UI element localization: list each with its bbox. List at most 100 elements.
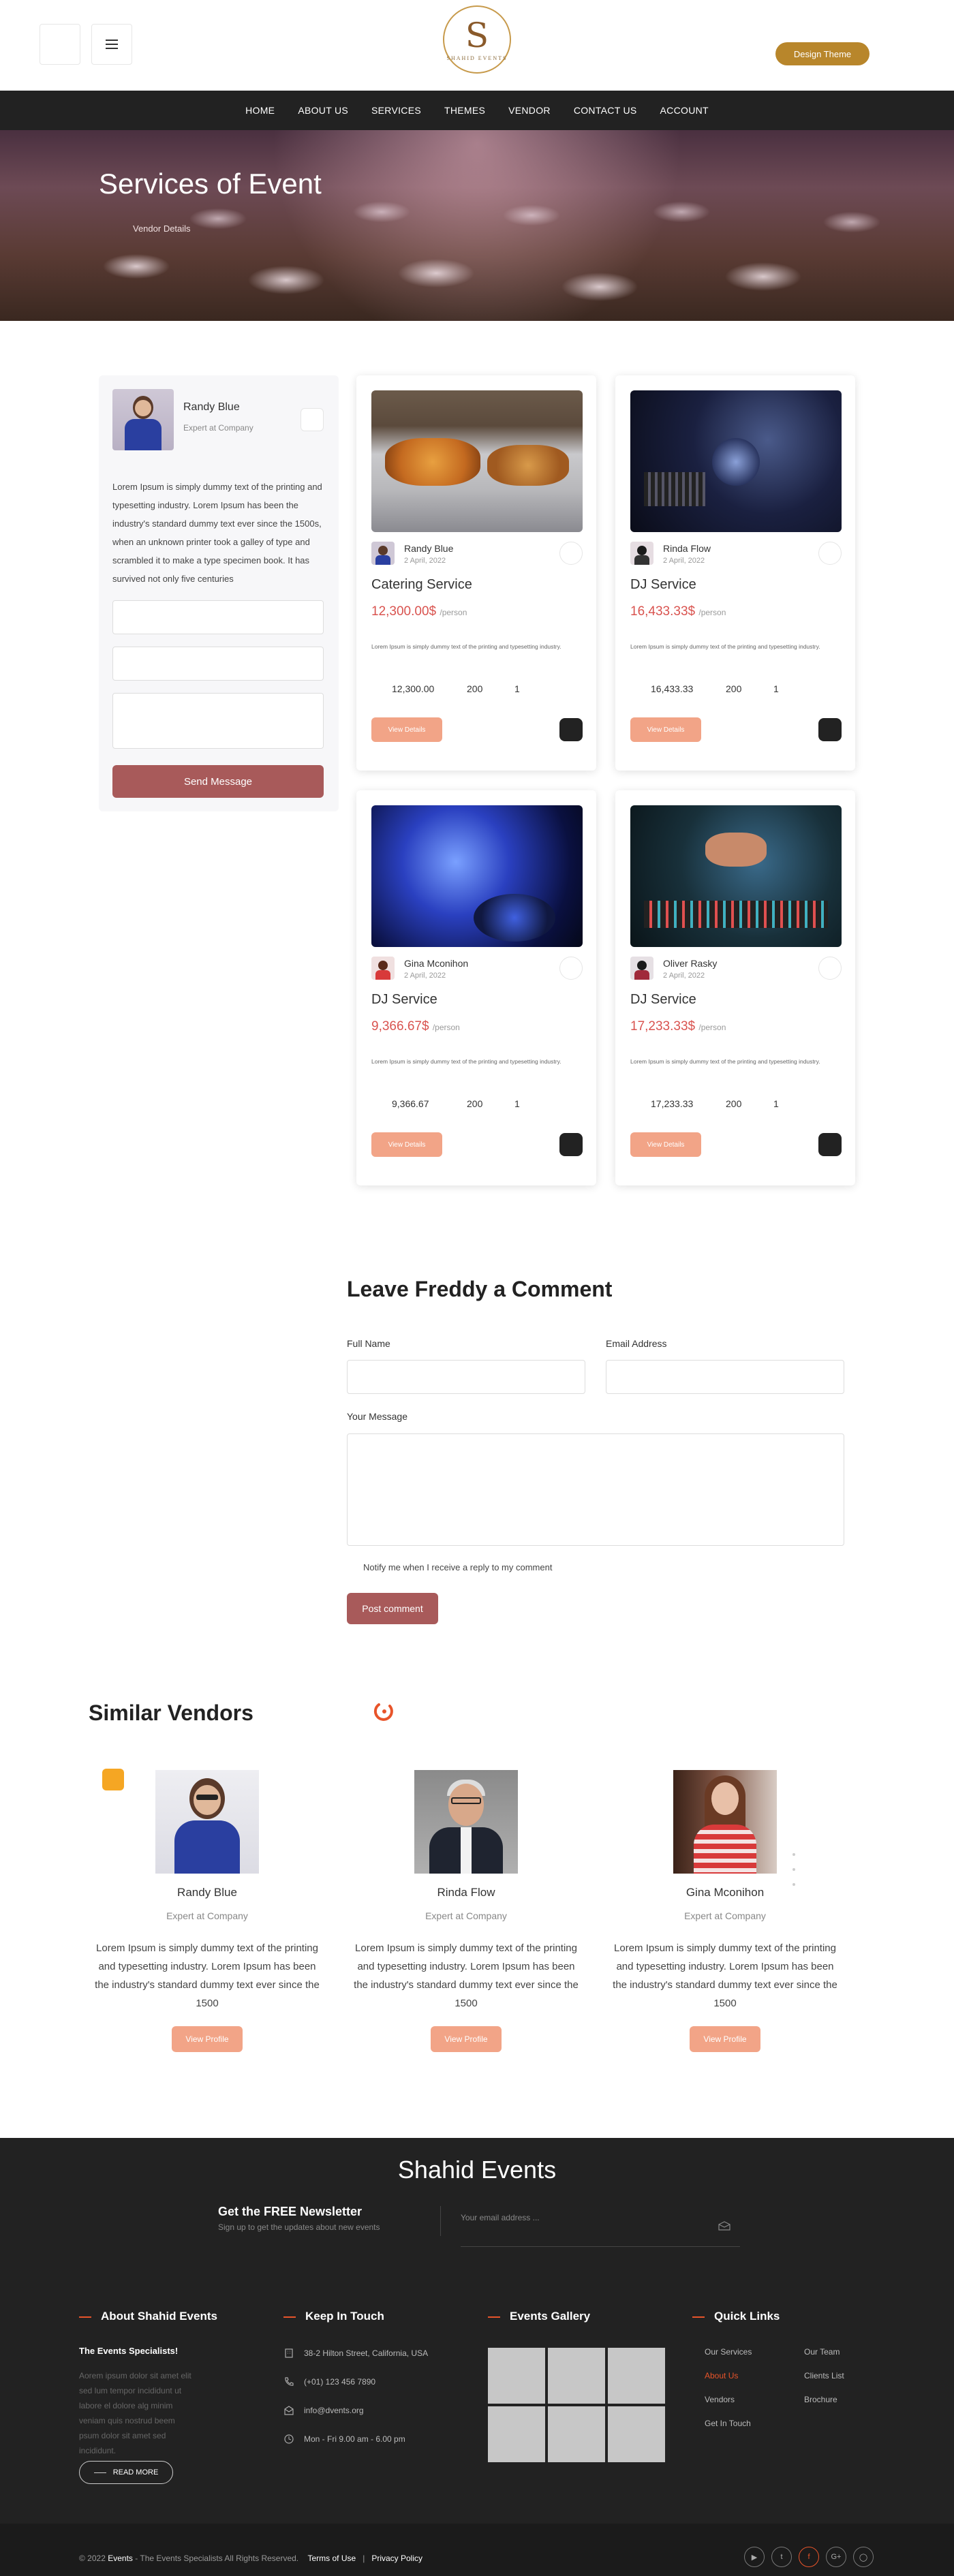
service-description: Lorem Ipsum is simply dummy text of the … [630,643,820,650]
nav-contact-us[interactable]: CONTACT US [562,105,649,116]
footer-brand: Shahid Events [397,2156,557,2184]
view-details-button[interactable]: View Details [371,1132,442,1157]
link-about-us[interactable]: About Us [705,2371,738,2380]
view-details-button[interactable]: View Details [630,1132,701,1157]
link-get-in-touch[interactable]: Get In Touch [705,2419,751,2428]
terms-link[interactable]: Terms of Use [307,2554,356,2563]
newsletter-email-input[interactable]: Your email address ... [461,2213,540,2222]
cart-button[interactable] [818,718,842,741]
post-date: 2 April, 2022 [663,972,705,980]
site-logo[interactable]: S SHAHID EVENTS [443,5,511,80]
email-address-input[interactable] [606,1360,844,1394]
gallery-thumb[interactable] [608,2348,665,2404]
gallery-thumb[interactable] [488,2348,545,2404]
quick-links-heading: Quick Links [692,2310,780,2323]
service-price: 9,366.67$ /person [371,1019,460,1034]
view-profile-button[interactable]: View Profile [172,2026,243,2052]
hamburger-icon [106,40,118,41]
phone-text: (+01) 123 456 7890 [304,2377,376,2387]
vendor-role: Expert at Company [684,1910,766,1921]
send-mail-icon[interactable] [718,2221,730,2231]
service-card: Randy Blue 2 April, 2022 Catering Servic… [356,375,596,771]
nav-services[interactable]: SERVICES [360,105,433,116]
nav-account[interactable]: ACCOUNT [649,105,720,116]
link-clients-list[interactable]: Clients List [804,2371,844,2380]
read-more-button[interactable]: READ MORE [79,2461,173,2484]
nav-home[interactable]: HOME [234,105,286,116]
vendor-role: Expert at Company [425,1910,507,1921]
hero-subtitle: Vendor Details [133,223,191,234]
view-details-button[interactable]: View Details [371,717,442,742]
twitter-icon[interactable]: t [771,2547,792,2567]
cart-button[interactable] [559,1133,583,1156]
full-name-input[interactable] [347,1360,585,1394]
logo-letter: S [465,15,489,55]
instagram-icon[interactable]: ◯ [853,2547,874,2567]
menu-button[interactable] [91,24,132,65]
message-textarea[interactable] [347,1433,844,1546]
facebook-icon[interactable]: f [799,2547,819,2567]
gallery-thumb[interactable] [548,2406,605,2462]
link-brochure[interactable]: Brochure [804,2395,837,2404]
vendor-description: Lorem Ipsum is simply dummy text of the … [613,1942,837,2009]
message-label: Your Message [347,1411,407,1422]
email-label: Email Address [606,1338,667,1349]
hero-title: Services of Event [99,168,322,200]
cart-button[interactable] [559,718,583,741]
vendor-name: Gina Mconihon [686,1886,765,1899]
favorite-toggle[interactable] [301,408,324,431]
gallery-thumb[interactable] [488,2406,545,2462]
view-profile-button[interactable]: View Profile [431,2026,502,2052]
service-price: 12,300.00$ /person [371,604,467,619]
youtube-icon[interactable]: ▶ [744,2547,765,2567]
link-our-team[interactable]: Our Team [804,2347,840,2357]
gallery-thumb[interactable] [548,2348,605,2404]
service-description: Lorem Ipsum is simply dummy text of the … [630,1058,820,1065]
vendor-card: Gina Mconihon Expert at Company Lorem Ip… [596,1770,855,2052]
cart-button[interactable] [818,1133,842,1156]
design-theme-button[interactable]: Design Theme [775,42,870,65]
dj-hands-image [630,805,842,947]
vendor-name: Oliver Rasky [663,958,718,969]
favorite-button[interactable] [559,542,583,565]
name-input[interactable] [112,600,324,634]
about-title: The Events Specialists! [79,2346,179,2356]
dj-mixer-image [630,390,842,532]
link-vendors[interactable]: Vendors [705,2395,735,2404]
vendor-photo [673,1770,777,1874]
notify-checkbox[interactable] [347,1562,356,1572]
favorite-button[interactable] [818,542,842,565]
nav-vendor[interactable]: VENDOR [497,105,562,116]
carousel-dots[interactable] [793,1853,797,1898]
email-text[interactable]: info@dvents.org [304,2404,440,2417]
favorite-button[interactable] [818,957,842,980]
post-date: 2 April, 2022 [404,972,446,980]
post-comment-button[interactable]: Post comment [347,1593,438,1624]
post-date: 2 April, 2022 [404,557,446,565]
top-header: S SHAHID EVENTS Design Theme [0,0,954,91]
vendor-name: Gina Mconihon [404,958,469,969]
nav-themes[interactable]: THEMES [433,105,497,116]
email-input[interactable] [112,647,324,681]
site-footer: Shahid Events Get the FREE Newsletter Si… [0,2138,954,2576]
blank-square-button[interactable] [40,24,80,65]
service-card: Rinda Flow 2 April, 2022 DJ Service 16,4… [615,375,855,771]
mail-icon [284,2406,294,2415]
vendor-avatar [112,389,174,450]
service-title: DJ Service [371,992,437,1007]
nav-about-us[interactable]: ABOUT US [286,105,360,116]
privacy-link[interactable]: Privacy Policy [371,2554,422,2563]
google-plus-icon[interactable]: G+ [826,2547,846,2567]
view-details-button[interactable]: View Details [630,717,701,742]
message-textarea[interactable] [112,693,324,749]
building-icon [285,2348,293,2358]
vendor-photo [155,1770,259,1874]
service-title: Catering Service [371,577,472,592]
link-our-services[interactable]: Our Services [705,2347,752,2357]
view-profile-button[interactable]: View Profile [690,2026,760,2052]
newsletter-underline [461,2246,740,2247]
gallery-thumb[interactable] [608,2406,665,2462]
vendor-name: Randy Blue [177,1886,237,1899]
favorite-button[interactable] [559,957,583,980]
send-message-button[interactable]: Send Message [112,765,324,798]
